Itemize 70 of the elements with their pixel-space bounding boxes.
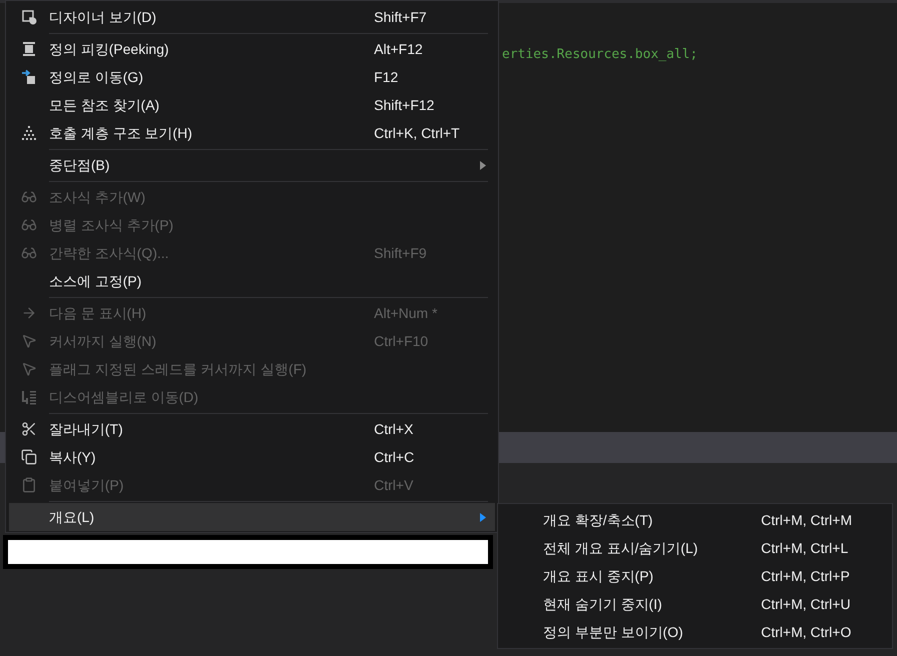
menu-item-label: 플래그 지정된 스레드를 커서까지 실행(F) — [49, 360, 308, 379]
menu-item[interactable]: 개요(L) — [9, 503, 495, 531]
menu-item[interactable]: 전체 개요 표시/숨기기(L) Ctrl+M, Ctrl+L — [498, 534, 892, 562]
copy-icon — [21, 449, 37, 465]
code-line: erties.Resources.box_all; — [502, 46, 698, 64]
shortcut-label: Alt+F12 — [374, 40, 423, 58]
menu-item-label: 정의 부분만 보이기(O) — [543, 622, 684, 642]
menu-item[interactable]: 모든 참조 찾기(A) Shift+F12 — [9, 91, 495, 119]
menu-item-label: 커서까지 실행(N) — [49, 332, 158, 351]
glasses-icon — [21, 245, 37, 261]
menu-item[interactable]: 정의 피킹(Peeking) Alt+F12 — [9, 35, 495, 63]
shortcut-label: Alt+Num * — [374, 304, 438, 322]
menu-item-label: 붙여넣기(P) — [49, 476, 125, 495]
shortcut-label: Shift+F9 — [374, 244, 427, 262]
menu-item-label: 호출 계층 구조 보기(H) — [49, 124, 194, 143]
paste-icon — [21, 477, 37, 493]
menu-item[interactable]: 정의 부분만 보이기(O) Ctrl+M, Ctrl+O — [498, 618, 892, 646]
menu-item-label: 모든 참조 찾기(A) — [49, 96, 160, 115]
shortcut-label: Ctrl+K, Ctrl+T — [374, 124, 460, 142]
shortcut-label: Ctrl+M, Ctrl+U — [761, 594, 850, 614]
menu-item[interactable]: 중단점(B) — [9, 151, 495, 179]
shortcut-label: Shift+F12 — [374, 96, 434, 114]
menu-item-label: 간략한 조사식(Q)... — [49, 244, 170, 263]
menu-item-label: 개요(L) — [49, 508, 96, 527]
go-to-definition-icon — [21, 69, 37, 85]
menu-item-label: 중단점(B) — [49, 156, 111, 175]
menu-item[interactable]: 정의로 이동(G) F12 — [9, 63, 495, 91]
peek-icon — [21, 41, 37, 57]
call-hierarchy-icon — [21, 125, 37, 141]
menu-item[interactable]: 잘라내기(T) Ctrl+X — [9, 415, 495, 443]
menu-item[interactable]: 개요 표시 중지(P) Ctrl+M, Ctrl+P — [498, 562, 892, 590]
submenu-arrow-icon — [480, 512, 486, 522]
glasses-icon — [21, 217, 37, 233]
menu-item-label: 소스에 고정(P) — [49, 272, 143, 291]
menu-item-label: 복사(Y) — [49, 448, 97, 467]
shortcut-label: Shift+F7 — [374, 8, 427, 26]
menu-item[interactable]: 개요 확장/축소(T) Ctrl+M, Ctrl+M — [498, 506, 892, 534]
shortcut-label: Ctrl+X — [374, 420, 414, 438]
menu-item[interactable]: 소스에 고정(P) — [9, 267, 495, 295]
menu-item-label: 병렬 조사식 추가(P) — [49, 216, 174, 235]
menu-item-label: 잘라내기(T) — [49, 420, 124, 439]
cursor-icon — [21, 361, 37, 377]
menu-item-label: 현재 숨기기 중지(I) — [543, 594, 663, 614]
cursor-icon — [21, 333, 37, 349]
menu-item-label: 다음 문 표시(H) — [49, 304, 148, 323]
disassembly-icon — [21, 389, 37, 405]
shortcut-label: Ctrl+C — [374, 448, 414, 466]
scissors-icon — [21, 421, 37, 437]
shortcut-label: Ctrl+V — [374, 476, 414, 494]
menu-item-label: 디스어셈블리로 이동(D) — [49, 388, 200, 407]
menu-item-label: 정의 피킹(Peeking) — [49, 40, 170, 59]
shortcut-label: Ctrl+M, Ctrl+L — [761, 538, 848, 558]
menu-item[interactable]: 현재 숨기기 중지(I) Ctrl+M, Ctrl+U — [498, 590, 892, 618]
shortcut-label: Ctrl+M, Ctrl+M — [761, 510, 852, 530]
shortcut-label: F12 — [374, 68, 398, 86]
shortcut-label: Ctrl+M, Ctrl+P — [761, 566, 850, 586]
menu-item[interactable]: 호출 계층 구조 보기(H) Ctrl+K, Ctrl+T — [9, 119, 495, 147]
menu-item[interactable]: 디자이너 보기(D) Shift+F7 — [9, 3, 495, 31]
shortcut-label: Ctrl+M, Ctrl+O — [761, 622, 852, 642]
shortcut-label: Ctrl+F10 — [374, 332, 428, 350]
menu-item-label: 전체 개요 표시/숨기기(L) — [543, 538, 699, 558]
menu-item-label: 디자이너 보기(D) — [49, 8, 158, 27]
menu-item-label: 개요 확장/축소(T) — [543, 510, 654, 530]
design-view-icon — [21, 9, 37, 25]
submenu-arrow-icon — [480, 160, 486, 170]
menu-item-label: 정의로 이동(G) — [49, 68, 144, 87]
menu-item[interactable]: 복사(Y) Ctrl+C — [9, 443, 495, 471]
menu-item-label: 조사식 추가(W) — [49, 188, 146, 207]
glasses-icon — [21, 189, 37, 205]
menu-item-label: 개요 표시 중지(P) — [543, 566, 654, 586]
